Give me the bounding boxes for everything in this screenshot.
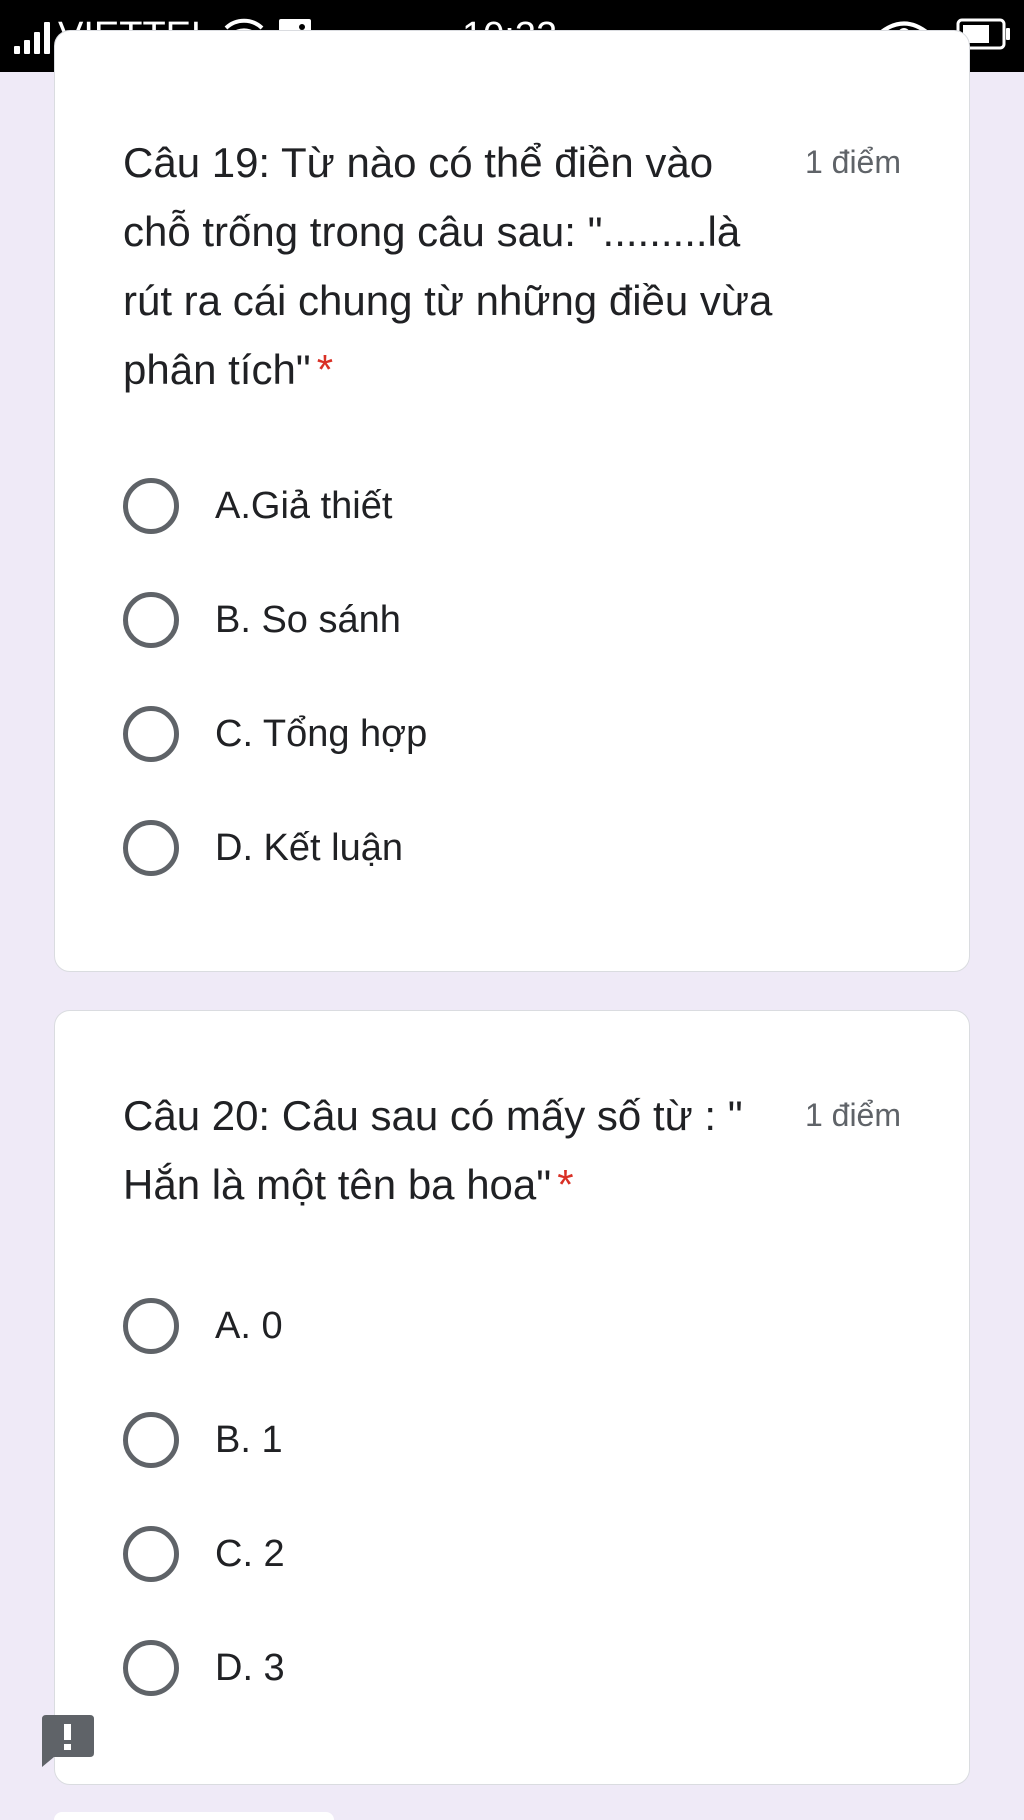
question-points: 1 điểm [804,1097,901,1133]
question-points: 1 điểm [804,144,901,180]
radio-button[interactable] [123,592,179,648]
radio-option[interactable]: B. So sánh [123,590,401,650]
radio-button[interactable] [123,1298,179,1354]
radio-option[interactable]: C. 2 [123,1524,285,1584]
option-label: D. Kết luận [215,826,403,869]
required-mark: * [557,1161,574,1208]
question-card: Câu 20: Câu sau có mấy số từ : " Hắn là … [54,1010,970,1785]
radio-option[interactable]: C. Tổng hợp [123,704,427,764]
radio-option[interactable]: B. 1 [123,1410,283,1470]
question-title: Câu 19: Từ nào có thể điền vào chỗ trống… [123,128,773,404]
radio-option[interactable]: D. Kết luận [123,818,403,878]
radio-option[interactable]: D. 3 [123,1638,285,1698]
radio-button[interactable] [123,1412,179,1468]
report-problem-button[interactable] [40,1711,96,1767]
option-label: C. 2 [215,1532,285,1575]
radio-button[interactable] [123,1526,179,1582]
radio-button[interactable] [123,706,179,762]
question-text: Câu 19: Từ nào có thể điền vào chỗ trống… [123,139,773,393]
required-mark: * [316,346,334,393]
radio-button[interactable] [123,1640,179,1696]
question-title: Câu 20: Câu sau có mấy số từ : " Hắn là … [123,1081,773,1219]
option-label: D. 3 [215,1646,285,1689]
next-card-edge [54,1812,334,1820]
option-label: A.Giả thiết [215,484,393,527]
option-label: C. Tổng hợp [215,712,428,755]
question-text: Câu 20: Câu sau có mấy số từ : " Hắn là … [123,1092,743,1208]
option-label: B. 1 [215,1418,283,1461]
question-header: Câu 19: Từ nào có thể điền vào chỗ trống… [123,128,901,404]
report-icon [42,1715,94,1767]
signal-icon [14,18,50,54]
radio-button[interactable] [123,820,179,876]
option-label: A. 0 [215,1304,283,1347]
radio-button[interactable] [123,478,179,534]
radio-option[interactable]: A. 0 [123,1296,283,1356]
question-header: Câu 20: Câu sau có mấy số từ : " Hắn là … [123,1081,901,1219]
radio-option[interactable]: A.Giả thiết [123,476,392,536]
option-label: B. So sánh [215,598,401,641]
question-card: Câu 19: Từ nào có thể điền vào chỗ trống… [54,30,970,972]
